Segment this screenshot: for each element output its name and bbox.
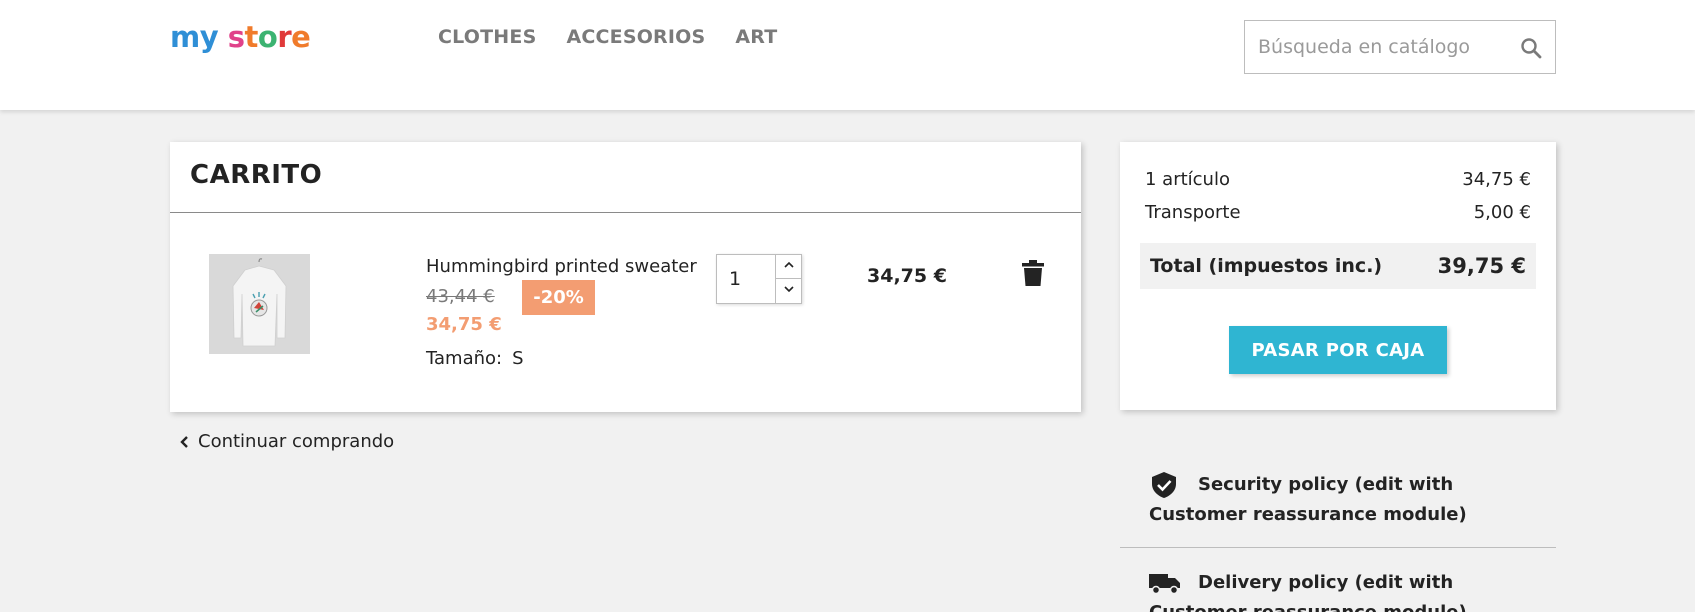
cart-summary: 1 artículo 34,75 € Transporte 5,00 € Tot… xyxy=(1120,142,1556,410)
size-label: Tamaño: xyxy=(426,348,503,369)
line-total: 34,75 € xyxy=(867,265,947,287)
cart-panel: CARRITO Hummingbird printed sweater 43,4… xyxy=(170,142,1081,412)
shipping-value: 5,00 € xyxy=(1473,202,1531,223)
logo-letter: s xyxy=(227,20,245,54)
quantity-decrease-button[interactable] xyxy=(775,279,801,303)
summary-items-row: 1 artículo 34,75 € xyxy=(1145,169,1531,190)
summary-total-row: Total (impuestos inc.) 39,75 € xyxy=(1140,243,1536,289)
chevron-left-icon xyxy=(180,435,188,448)
logo-letter: o xyxy=(257,20,278,54)
nav-item-art[interactable]: ART xyxy=(735,26,777,48)
logo-letter: m xyxy=(170,20,200,54)
quantity-stepper xyxy=(716,254,802,304)
shipping-label: Transporte xyxy=(1145,202,1241,223)
items-value: 34,75 € xyxy=(1462,169,1531,190)
quantity-input[interactable] xyxy=(717,255,775,303)
continue-shopping-link[interactable]: Continuar comprando xyxy=(178,431,394,452)
store-logo[interactable]: my store xyxy=(170,20,311,54)
nav-item-clothes[interactable]: CLOTHES xyxy=(438,26,536,48)
chevron-down-icon xyxy=(783,286,794,293)
product-size: Tamaño: S xyxy=(426,348,524,369)
site-header: my store CLOTHES ACCESORIOS ART xyxy=(0,0,1695,110)
logo-letter: t xyxy=(244,20,259,54)
logo-letter xyxy=(218,20,228,54)
search-icon[interactable] xyxy=(1519,36,1543,60)
search-box xyxy=(1244,20,1556,74)
logo-letter: e xyxy=(291,20,311,54)
size-value: S xyxy=(512,348,524,369)
product-thumbnail[interactable] xyxy=(209,254,310,354)
chevron-up-icon xyxy=(783,261,794,268)
delivery-policy-text: Delivery policy (edit with Customer reas… xyxy=(1149,572,1467,612)
cart-title: CARRITO xyxy=(190,160,323,190)
reassurance-security: Security policy (edit with Customer reas… xyxy=(1120,462,1556,548)
summary-shipping-row: Transporte 5,00 € xyxy=(1145,202,1531,223)
checkout-button[interactable]: PASAR POR CAJA xyxy=(1229,326,1447,374)
quantity-increase-button[interactable] xyxy=(775,255,801,279)
continue-shopping-label: Continuar comprando xyxy=(198,431,395,452)
divider xyxy=(170,212,1081,213)
nav-item-accesorios[interactable]: ACCESORIOS xyxy=(566,26,705,48)
trash-icon[interactable] xyxy=(1022,260,1044,286)
reassurance-delivery: Delivery policy (edit with Customer reas… xyxy=(1120,560,1556,612)
regular-price: 43,44 € xyxy=(426,286,495,307)
security-policy-text: Security policy (edit with Customer reas… xyxy=(1149,474,1467,525)
product-name-link[interactable]: Hummingbird printed sweater xyxy=(426,256,697,277)
total-value: 39,75 € xyxy=(1437,254,1526,278)
discount-badge: -20% xyxy=(522,280,595,315)
main-nav: CLOTHES ACCESORIOS ART xyxy=(438,26,777,48)
search-input[interactable] xyxy=(1245,21,1505,73)
logo-letter: r xyxy=(277,20,292,54)
logo-letter: y xyxy=(199,20,219,54)
items-label: 1 artículo xyxy=(1145,169,1230,190)
discounted-price: 34,75 € xyxy=(426,314,502,335)
total-label: Total (impuestos inc.) xyxy=(1150,255,1383,277)
